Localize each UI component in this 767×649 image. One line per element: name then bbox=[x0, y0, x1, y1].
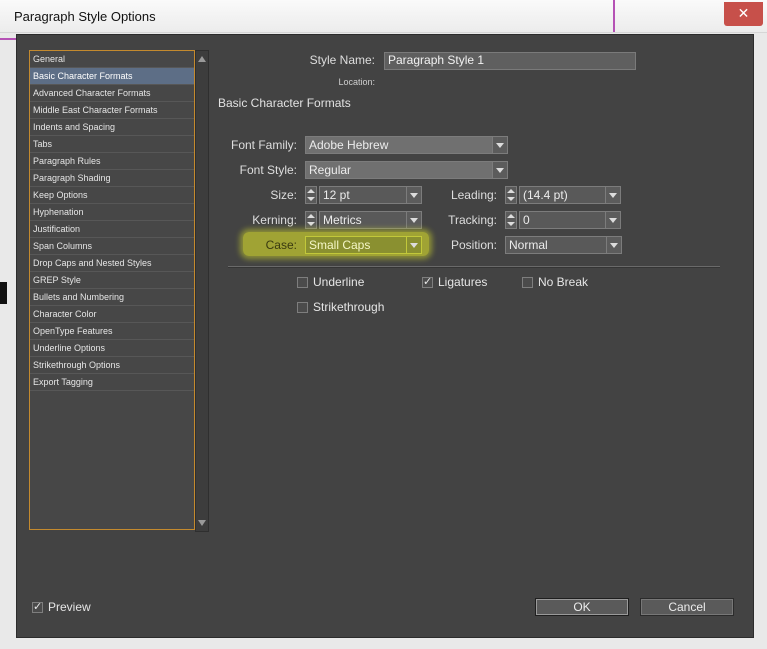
scroll-down-icon[interactable] bbox=[198, 520, 206, 526]
font-style-value: Regular bbox=[309, 163, 352, 177]
category-item[interactable]: Basic Character Formats bbox=[30, 68, 194, 85]
position-label: Position: bbox=[450, 238, 497, 252]
check-icon: ✓ bbox=[423, 276, 433, 288]
category-item[interactable]: OpenType Features bbox=[30, 323, 194, 340]
category-item[interactable]: Strikethrough Options bbox=[30, 357, 194, 374]
category-item[interactable]: Indents and Spacing bbox=[30, 119, 194, 136]
window: Paragraph Style Options ✕ General Basic C… bbox=[0, 0, 767, 649]
category-item[interactable]: Hyphenation bbox=[30, 204, 194, 221]
category-item[interactable]: Bullets and Numbering bbox=[30, 289, 194, 306]
category-item[interactable]: General bbox=[30, 51, 194, 68]
size-label: Size: bbox=[270, 188, 297, 202]
kerning-dropdown[interactable]: Metrics bbox=[319, 211, 422, 229]
cancel-button[interactable]: Cancel bbox=[640, 598, 734, 616]
cursor-icon bbox=[0, 282, 7, 304]
category-item[interactable]: Drop Caps and Nested Styles bbox=[30, 255, 194, 272]
size-value: 12 pt bbox=[323, 188, 350, 202]
position-value: Normal bbox=[509, 238, 548, 252]
kerning-stepper[interactable] bbox=[305, 211, 317, 229]
ok-button[interactable]: OK bbox=[535, 598, 629, 616]
strikethrough-label: Strikethrough bbox=[313, 300, 385, 314]
category-item[interactable]: Span Columns bbox=[30, 238, 194, 255]
category-item[interactable]: Export Tagging bbox=[30, 374, 194, 391]
case-dropdown[interactable]: Small Caps bbox=[305, 236, 422, 254]
category-item[interactable]: Underline Options bbox=[30, 340, 194, 357]
tracking-dropdown[interactable]: 0 bbox=[519, 211, 621, 229]
background-guide-line bbox=[613, 0, 615, 32]
section-divider bbox=[228, 266, 720, 268]
leading-stepper[interactable] bbox=[505, 186, 517, 204]
title-bar: Paragraph Style Options ✕ bbox=[0, 0, 767, 33]
location-label: Location: bbox=[338, 77, 375, 87]
background-guide-line bbox=[0, 38, 16, 40]
category-scrollbar[interactable] bbox=[195, 50, 209, 532]
tracking-value: 0 bbox=[523, 213, 530, 227]
category-list[interactable]: General Basic Character Formats Advanced C… bbox=[29, 50, 195, 530]
preview-label: Preview bbox=[48, 600, 91, 614]
check-icon: ✓ bbox=[33, 601, 43, 613]
category-item[interactable]: Justification bbox=[30, 221, 194, 238]
underline-checkbox[interactable] bbox=[297, 277, 308, 288]
strikethrough-checkbox[interactable] bbox=[297, 302, 308, 313]
no-break-label: No Break bbox=[538, 275, 589, 289]
leading-dropdown[interactable]: (14.4 pt) bbox=[519, 186, 621, 204]
font-style-dropdown[interactable]: Regular bbox=[305, 161, 508, 179]
leading-value: (14.4 pt) bbox=[523, 188, 568, 202]
section-title: Basic Character Formats bbox=[218, 96, 351, 110]
chevron-down-icon bbox=[605, 212, 620, 228]
size-dropdown[interactable]: 12 pt bbox=[319, 186, 422, 204]
leading-label: Leading: bbox=[450, 188, 497, 202]
category-item[interactable]: Paragraph Shading bbox=[30, 170, 194, 187]
size-stepper[interactable] bbox=[305, 186, 317, 204]
tracking-label: Tracking: bbox=[448, 213, 497, 227]
category-item[interactable]: GREP Style bbox=[30, 272, 194, 289]
style-name-label: Style Name: bbox=[309, 53, 375, 67]
dialog-body: General Basic Character Formats Advanced C… bbox=[16, 34, 754, 638]
category-item[interactable]: Keep Options bbox=[30, 187, 194, 204]
tracking-stepper[interactable] bbox=[505, 211, 517, 229]
chevron-down-icon bbox=[606, 237, 621, 253]
close-button[interactable]: ✕ bbox=[724, 2, 763, 26]
ligatures-checkbox[interactable]: ✓ bbox=[422, 277, 433, 288]
category-item[interactable]: Tabs bbox=[30, 136, 194, 153]
no-break-checkbox[interactable] bbox=[522, 277, 533, 288]
category-item[interactable]: Middle East Character Formats bbox=[30, 102, 194, 119]
category-item[interactable]: Character Color bbox=[30, 306, 194, 323]
case-label: Case: bbox=[265, 238, 297, 252]
scroll-up-icon[interactable] bbox=[198, 56, 206, 62]
style-name-input[interactable]: Paragraph Style 1 bbox=[384, 52, 636, 70]
font-family-dropdown[interactable]: Adobe Hebrew bbox=[305, 136, 508, 154]
case-value: Small Caps bbox=[309, 238, 371, 252]
font-family-label: Font Family: bbox=[230, 138, 297, 152]
chevron-down-icon bbox=[605, 187, 620, 203]
chevron-down-icon bbox=[492, 137, 507, 153]
underline-label: Underline bbox=[313, 275, 365, 289]
font-family-value: Adobe Hebrew bbox=[309, 138, 389, 152]
window-title: Paragraph Style Options bbox=[14, 9, 156, 24]
kerning-value: Metrics bbox=[323, 213, 362, 227]
kerning-label: Kerning: bbox=[252, 213, 297, 227]
chevron-down-icon bbox=[492, 162, 507, 178]
font-style-label: Font Style: bbox=[239, 163, 297, 177]
category-item[interactable]: Advanced Character Formats bbox=[30, 85, 194, 102]
chevron-down-icon bbox=[406, 187, 421, 203]
ligatures-label: Ligatures bbox=[438, 275, 488, 289]
preview-checkbox[interactable]: ✓ bbox=[32, 602, 43, 613]
position-dropdown[interactable]: Normal bbox=[505, 236, 622, 254]
category-item[interactable]: Paragraph Rules bbox=[30, 153, 194, 170]
